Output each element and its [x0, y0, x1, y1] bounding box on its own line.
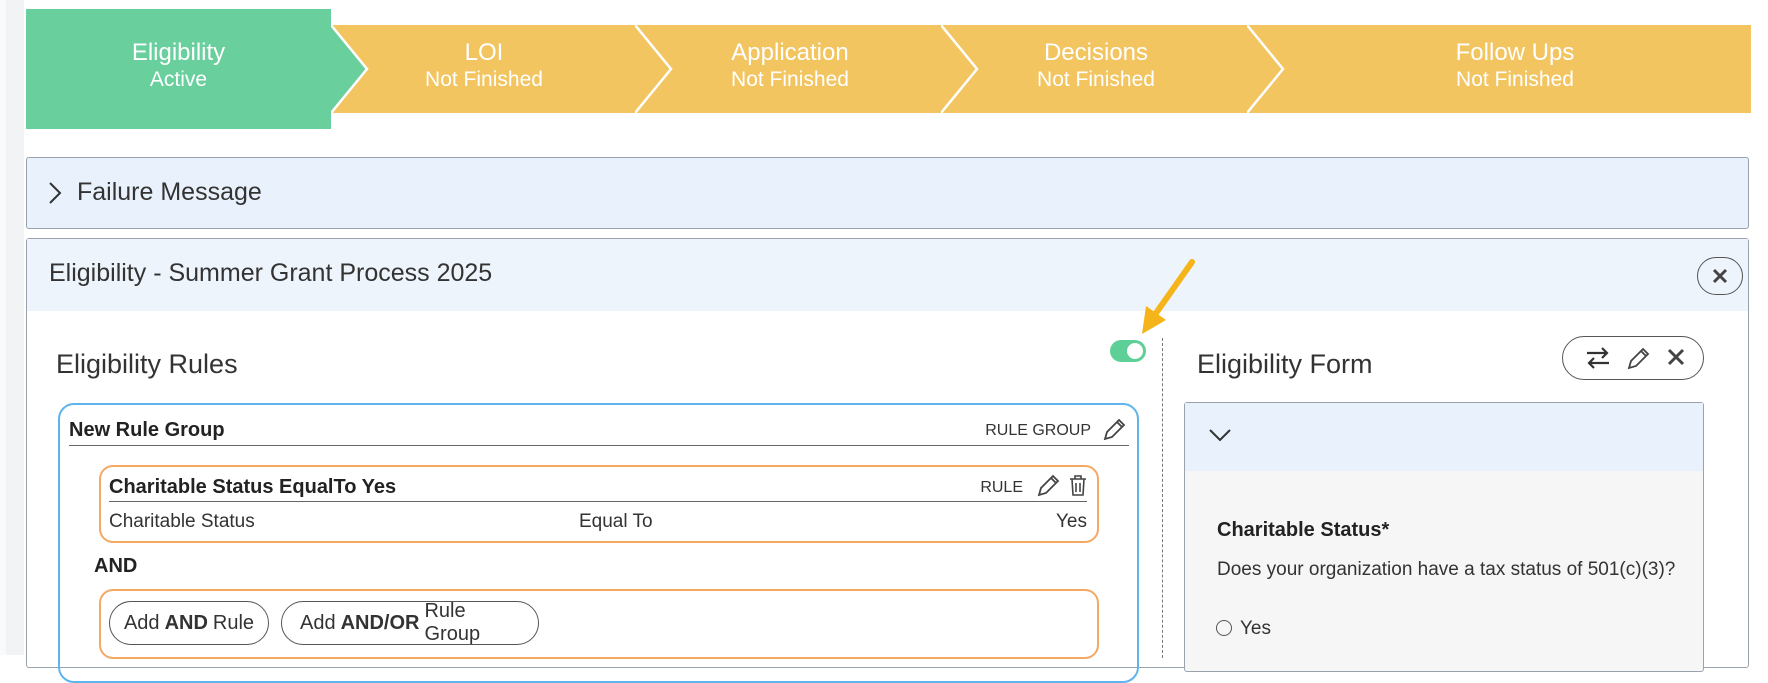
- pencil-icon: [1037, 474, 1060, 497]
- pencil-icon: [1103, 418, 1126, 441]
- failure-message-panel[interactable]: Failure Message: [26, 157, 1749, 229]
- radio-button[interactable]: [1216, 620, 1232, 636]
- left-edge: [0, 0, 24, 655]
- step-follow-ups[interactable]: Follow Ups Not Finished: [1249, 25, 1751, 113]
- button-prefix: Add: [300, 611, 336, 634]
- failure-message-label: Failure Message: [77, 178, 262, 206]
- step-name: Follow Ups: [1455, 39, 1575, 66]
- button-suffix: Rule Group: [424, 600, 481, 645]
- button-bold: AND/OR: [340, 611, 420, 634]
- add-rule-group-button[interactable]: Add AND/OR Rule Group: [281, 600, 539, 645]
- rule-connector: AND: [94, 555, 138, 577]
- add-rule-row: Add AND Rule Add AND/OR Rule Group: [99, 589, 1099, 659]
- question-text: Does your organization have a tax status…: [1217, 559, 1676, 580]
- step-status: Not Finished: [1037, 68, 1155, 91]
- rule-card: Charitable Status EqualTo Yes RULE Chari…: [99, 465, 1099, 543]
- step-eligibility[interactable]: Eligibility Active: [26, 9, 331, 129]
- trash-icon: [1070, 475, 1086, 496]
- panel-title: Eligibility - Summer Grant Process 2025: [49, 259, 493, 287]
- process-stepper: Eligibility Active LOI Not Finished Appl…: [26, 9, 1751, 129]
- edit-rule-group-button[interactable]: [1101, 417, 1127, 448]
- step-status: Active: [149, 68, 208, 91]
- step-loi[interactable]: LOI Not Finished: [331, 25, 637, 113]
- swap-icon: [1587, 347, 1609, 369]
- delete-rule-button[interactable]: [1069, 475, 1087, 502]
- button-prefix: Add: [123, 611, 160, 634]
- eligibility-rules-title: Eligibility Rules: [56, 349, 238, 379]
- button-bold: AND: [164, 611, 208, 634]
- step-name: Decisions: [1043, 39, 1149, 66]
- eligibility-panel-header: Eligibility - Summer Grant Process 2025: [27, 239, 1748, 311]
- swap-button[interactable]: [1585, 346, 1611, 370]
- rule-tag: RULE: [980, 479, 1023, 496]
- add-and-rule-button[interactable]: Add AND Rule: [109, 601, 269, 645]
- rules-toggle[interactable]: [1110, 340, 1146, 362]
- form-toolbar: [1562, 336, 1704, 380]
- chevron-right-icon: [47, 180, 63, 211]
- pencil-icon: [1627, 347, 1650, 370]
- step-application[interactable]: Application Not Finished: [637, 25, 943, 113]
- step-name: Eligibility: [131, 39, 226, 66]
- toggle-knob: [1127, 343, 1143, 359]
- step-decisions[interactable]: Decisions Not Finished: [943, 25, 1249, 113]
- edit-rule-button[interactable]: [1035, 473, 1061, 504]
- step-separator: [635, 25, 675, 113]
- rule-operator: Equal To: [579, 511, 653, 532]
- rule-group-tag: RULE GROUP: [985, 422, 1091, 439]
- edit-form-button[interactable]: [1625, 346, 1651, 370]
- form-section-header[interactable]: [1185, 403, 1703, 471]
- rule-field: Charitable Status: [109, 511, 255, 532]
- rule-group: New Rule Group RULE GROUP Charitable Sta…: [58, 403, 1139, 683]
- column-divider: [1162, 338, 1163, 658]
- button-suffix: Rule: [212, 611, 255, 634]
- close-form-button[interactable]: [1667, 348, 1693, 372]
- close-icon: [1667, 348, 1685, 366]
- close-panel-button[interactable]: [1697, 257, 1743, 295]
- step-name: LOI: [464, 39, 504, 66]
- annotation-arrow-icon: [1142, 259, 1195, 334]
- step-status: Not Finished: [1456, 68, 1574, 91]
- close-icon: [1712, 268, 1728, 284]
- eligibility-form-title: Eligibility Form: [1197, 349, 1373, 379]
- rule-name: Charitable Status EqualTo Yes: [109, 476, 397, 498]
- step-status: Not Finished: [425, 68, 543, 91]
- step-separator: [941, 25, 981, 113]
- option-yes[interactable]: Yes: [1216, 618, 1271, 640]
- step-name: Application: [731, 39, 849, 66]
- rule-group-header: New Rule Group RULE GROUP: [69, 415, 1129, 446]
- rule-value: Yes: [1056, 511, 1087, 532]
- question-title: Charitable Status*: [1217, 519, 1390, 541]
- option-label: Yes: [1240, 618, 1271, 639]
- rule-header: Charitable Status EqualTo Yes RULE: [109, 473, 1087, 502]
- step-separator: [331, 25, 371, 113]
- step-separator: [1247, 25, 1287, 113]
- chevron-down-icon: [1207, 427, 1233, 448]
- step-status: Not Finished: [731, 68, 849, 91]
- rule-group-name: New Rule Group: [69, 419, 225, 441]
